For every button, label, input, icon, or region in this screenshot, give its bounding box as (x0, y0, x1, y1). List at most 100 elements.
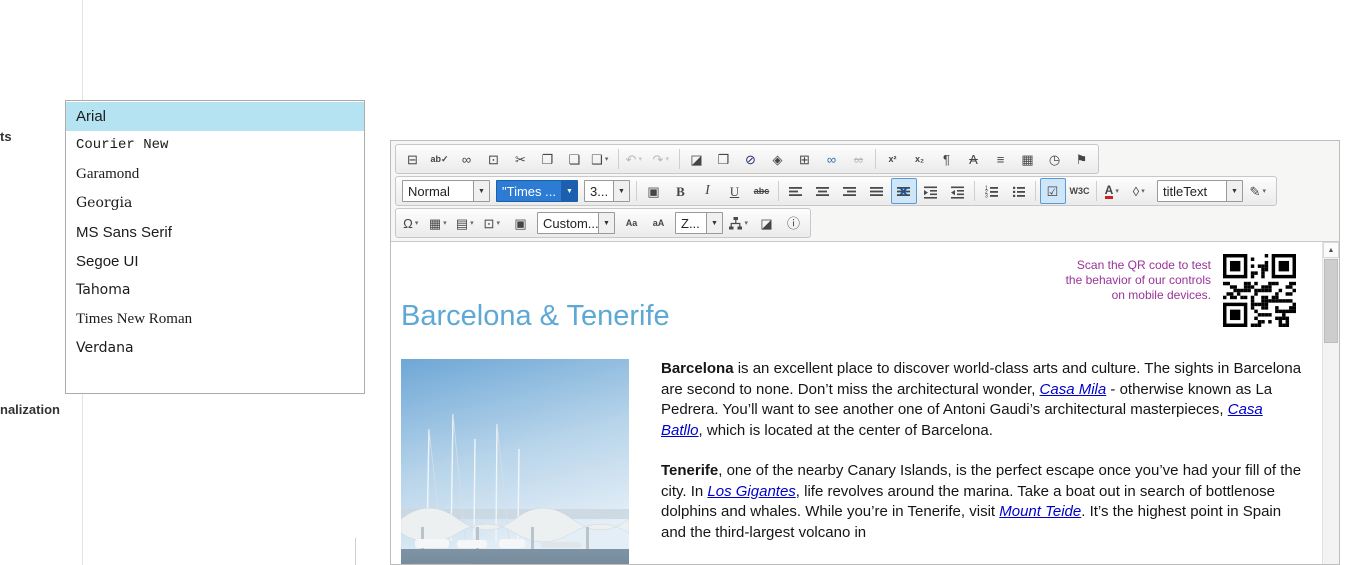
paste-options-icon: ❑ (591, 151, 603, 167)
chevron-down-icon: ▾ (604, 156, 609, 163)
custom-links-select[interactable]: Custom... ▼ (537, 212, 615, 234)
superscript-icon[interactable]: x² (880, 146, 906, 172)
paragraph-style-select[interactable]: Normal ▼ (402, 180, 490, 202)
select-all-icon[interactable]: ⊡ (481, 146, 507, 172)
about-icon[interactable]: ⓘ (781, 210, 807, 236)
insert-symbol-icon[interactable]: Ω ▾ (400, 210, 426, 236)
qr-note-line: Scan the QR code to test (1076, 258, 1211, 272)
font-dropdown-list: Arial Courier New Garamond Georgia MS Sa… (65, 100, 365, 394)
content-link[interactable]: Casa Mila (1040, 381, 1107, 398)
align-left-icon (788, 184, 803, 199)
italic-icon[interactable]: I (695, 178, 721, 204)
sidebar-item-clipped-top[interactable]: ts (0, 129, 12, 144)
indent-icon[interactable] (918, 178, 944, 204)
insert-paragraph-icon[interactable]: ¶ (934, 146, 960, 172)
font-option-garamond[interactable]: Garamond (66, 160, 364, 189)
zoom-select[interactable]: Z... ▼ (675, 212, 723, 234)
font-option-ms-sans-serif[interactable]: MS Sans Serif (66, 218, 364, 247)
bold-icon[interactable]: B (668, 178, 694, 204)
chevron-down-icon: ▼ (1226, 181, 1242, 201)
underline-icon[interactable]: U (722, 178, 748, 204)
insert-date-icon[interactable]: ▦ (1015, 146, 1041, 172)
css-class-select[interactable]: titleText ▼ (1157, 180, 1243, 202)
outdent-icon[interactable] (945, 178, 971, 204)
document-manager-icon[interactable]: ❒ (711, 146, 737, 172)
bullet-list-icon[interactable] (1006, 178, 1032, 204)
numbered-list-icon[interactable]: 123 (979, 178, 1005, 204)
copy-icon[interactable]: ❐ (535, 146, 561, 172)
paste-options-icon[interactable]: ❑ ▾ (589, 146, 615, 172)
bold-text: Barcelona (661, 360, 734, 377)
cut-icon[interactable]: ✂ (508, 146, 534, 172)
align-right-icon[interactable] (837, 178, 863, 204)
form-elements-icon[interactable]: ⊡ ▾ (481, 210, 507, 236)
flash-manager-icon[interactable]: ⊘ (738, 146, 764, 172)
foreground-color-icon: A (1104, 182, 1114, 199)
insert-table-icon[interactable]: ▦ ▾ (427, 210, 453, 236)
image-manager-icon: ◪ (690, 151, 703, 167)
table-layout-icon[interactable]: ▤ ▾ (454, 210, 480, 236)
structure-icon (728, 216, 743, 231)
background-color-icon[interactable]: ◊ ▾ (1128, 178, 1154, 204)
barcelona-photo[interactable] (401, 359, 629, 564)
undo-icon[interactable]: ↶ ▾ (623, 146, 649, 172)
apply-style-icon[interactable]: ✎ ▾ (1247, 178, 1273, 204)
font-option-courier-new[interactable]: Courier New (66, 131, 364, 160)
module-manager-icon[interactable]: ⚑ (1069, 146, 1095, 172)
insert-image-icon[interactable]: ▣ (508, 210, 534, 236)
font-size-select[interactable]: 3... ▼ (584, 180, 630, 202)
font-option-segoe-ui[interactable]: Segoe UI (66, 247, 364, 276)
w3c-icon[interactable]: W3C (1067, 178, 1093, 204)
w3c-icon: W3C (1069, 185, 1090, 196)
template-manager-icon[interactable]: ⊞ (792, 146, 818, 172)
toolbar-separator (618, 149, 619, 169)
media-manager-icon[interactable]: ◈ (765, 146, 791, 172)
hyperlink-manager-icon: ∞ (826, 151, 837, 167)
xhtml-validator-icon: ☑ (1046, 183, 1059, 199)
insert-time-icon[interactable]: ◷ (1042, 146, 1068, 172)
font-name-select[interactable]: "Times ... ▼ (496, 180, 578, 202)
find-replace-icon[interactable]: ∞ (454, 146, 480, 172)
font-option-verdana[interactable]: Verdana (66, 334, 364, 363)
subscript-icon[interactable]: x₂ (907, 146, 933, 172)
scrollbar-thumb[interactable] (1324, 259, 1338, 343)
scroll-up-button[interactable]: ▲ (1323, 242, 1339, 258)
format-stripper-icon[interactable]: A (961, 146, 987, 172)
justify-none-icon[interactable] (890, 178, 917, 204)
editor-scrollbar[interactable]: ▲ (1322, 242, 1339, 564)
chevron-down-icon: ▼ (706, 213, 722, 233)
foreground-color-icon[interactable]: A ▾ (1101, 178, 1127, 204)
strikethrough-icon[interactable]: abc (749, 178, 775, 204)
redo-icon[interactable]: ↷ ▾ (650, 146, 676, 172)
paste-icon[interactable]: ❏ (562, 146, 588, 172)
sentence-case-icon[interactable]: Aa (619, 210, 645, 236)
sidebar-item-clipped-bottom[interactable]: nalization (0, 402, 60, 417)
font-option-times-new-roman[interactable]: Times New Roman (66, 305, 364, 334)
image-manager-icon[interactable]: ◪ (684, 146, 710, 172)
insert-groupbox-icon[interactable]: ≡ (988, 146, 1014, 172)
underline-icon: U (729, 183, 740, 199)
image-map-icon[interactable]: ▣ (641, 178, 667, 204)
media-icon[interactable]: ◪ (754, 210, 780, 236)
print-icon[interactable]: ⊟ (400, 146, 426, 172)
spellcheck-icon[interactable]: ab✓ (427, 146, 453, 172)
italic-icon: I (705, 183, 710, 198)
hyperlink-manager-icon[interactable]: ∞ (819, 146, 845, 172)
font-option-tahoma[interactable]: Tahoma (66, 276, 364, 305)
align-left-icon[interactable] (783, 178, 809, 204)
font-option-georgia[interactable]: Georgia (66, 189, 364, 218)
remove-link-icon[interactable]: ∞ (846, 146, 872, 172)
content-link[interactable]: Los Gigantes (707, 483, 795, 500)
subscript-icon: x₂ (914, 153, 924, 164)
align-justify-icon[interactable] (864, 178, 890, 204)
svg-text:3: 3 (985, 193, 988, 198)
toolbar-row-2: Normal ▼ "Times ... ▼ 3... ▼ ▣ B I Uabc 1 2 3 ☑ W3C A ▾ ◊… (395, 176, 1277, 206)
structure-icon[interactable]: ▾ (727, 210, 753, 236)
font-option-arial[interactable]: Arial (66, 102, 364, 131)
align-center-icon[interactable] (810, 178, 836, 204)
xhtml-validator-icon[interactable]: ☑ (1039, 178, 1066, 204)
toggle-case-icon[interactable]: aA (646, 210, 672, 236)
chevron-down-icon: ▾ (665, 156, 669, 163)
content-link[interactable]: Mount Teide (999, 503, 1081, 520)
editor-content[interactable]: Scan the QR code to test the behavior of… (391, 242, 1339, 564)
